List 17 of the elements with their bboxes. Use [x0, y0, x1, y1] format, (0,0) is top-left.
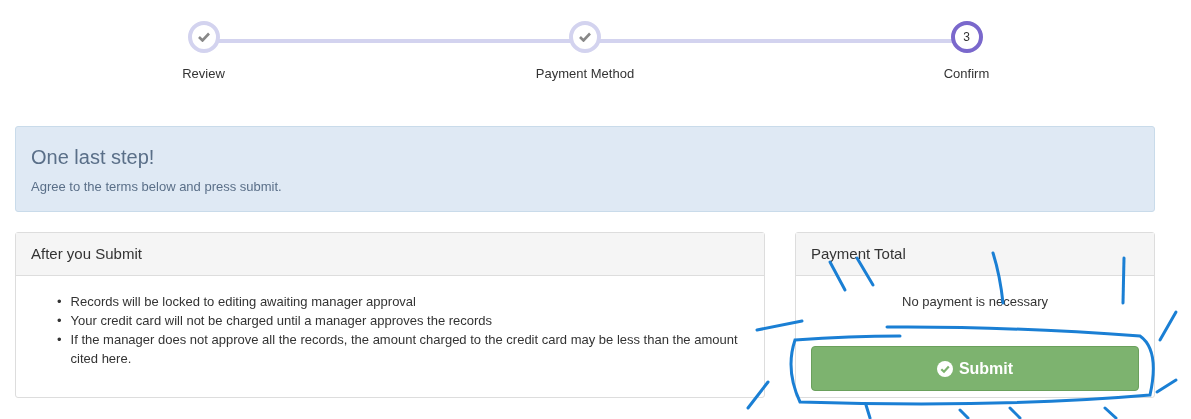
bullet: • — [57, 331, 62, 349]
submit-button[interactable]: Submit — [811, 346, 1139, 391]
step-number: 3 — [950, 21, 983, 53]
payment-message: No payment is necessary — [901, 294, 1049, 309]
check-circle-icon — [936, 360, 953, 377]
step-label: Confirm — [943, 66, 990, 81]
panel-title: After you Submit — [16, 233, 764, 276]
step-label: Payment Method — [535, 66, 635, 81]
list-item: Records will be locked to editing awaiting manager approval — [70, 293, 416, 311]
panel-title: Payment Total — [796, 233, 1154, 276]
bullet: • — [57, 293, 62, 311]
alert-title: One last step! — [31, 146, 156, 169]
bullet: • — [57, 312, 62, 330]
alert-text: Agree to the terms below and press submit. — [31, 179, 283, 194]
list-item: Your credit card will not be charged until a manager approves the records — [70, 312, 493, 330]
list-item: If the manager does not approve all the records, the amount charged to the credit card may be less than the amount cited here. — [70, 331, 739, 368]
step-label: Review — [182, 66, 225, 81]
